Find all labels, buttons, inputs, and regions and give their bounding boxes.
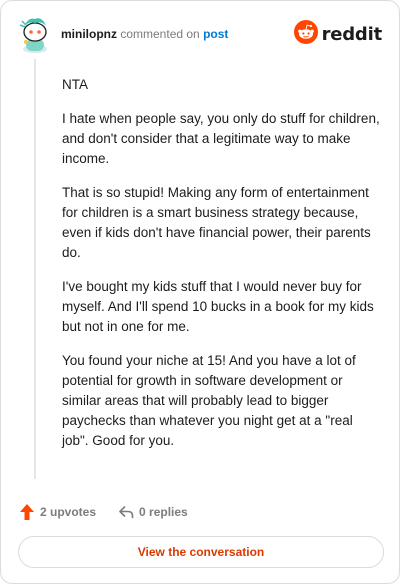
reply-count: 0 replies — [139, 505, 188, 519]
meta-verb: commented on — [120, 27, 200, 41]
replies-button[interactable]: 0 replies — [118, 504, 188, 520]
post-link[interactable]: post — [203, 27, 228, 41]
upvote-arrow-icon — [19, 503, 35, 521]
user-avatar[interactable] — [18, 15, 52, 53]
comment-paragraph: That is so stupid! Making any form of en… — [62, 185, 371, 260]
comment-header: minilopnz commented on post reddit — [18, 15, 382, 55]
reddit-brand[interactable]: reddit — [293, 19, 383, 49]
upvote-button[interactable]: 2 upvotes — [19, 503, 96, 521]
comment-embed-card: minilopnz commented on post reddit NTA I… — [0, 0, 400, 584]
reddit-wordmark: reddit — [321, 23, 383, 45]
comment-meta: minilopnz commented on post — [61, 27, 228, 41]
username-link[interactable]: minilopnz — [61, 27, 117, 41]
comment-paragraph: NTA — [62, 77, 88, 92]
view-conversation-button[interactable]: View the conversation — [18, 536, 384, 568]
comment-actions: 2 upvotes 0 replies — [19, 501, 188, 523]
comment-paragraph: I hate when people say, you only do stuf… — [62, 111, 380, 166]
comment-paragraph: You found your niche at 15! And you have… — [62, 353, 356, 448]
thread-line[interactable] — [34, 59, 36, 479]
upvote-count: 2 upvotes — [40, 505, 97, 519]
reddit-logo-icon — [293, 19, 318, 49]
reply-arrow-icon — [118, 504, 134, 520]
comment-paragraph: I've bought my kids stuff that I would n… — [62, 279, 374, 334]
comment-body: NTA I hate when people say, you only do … — [62, 75, 380, 465]
